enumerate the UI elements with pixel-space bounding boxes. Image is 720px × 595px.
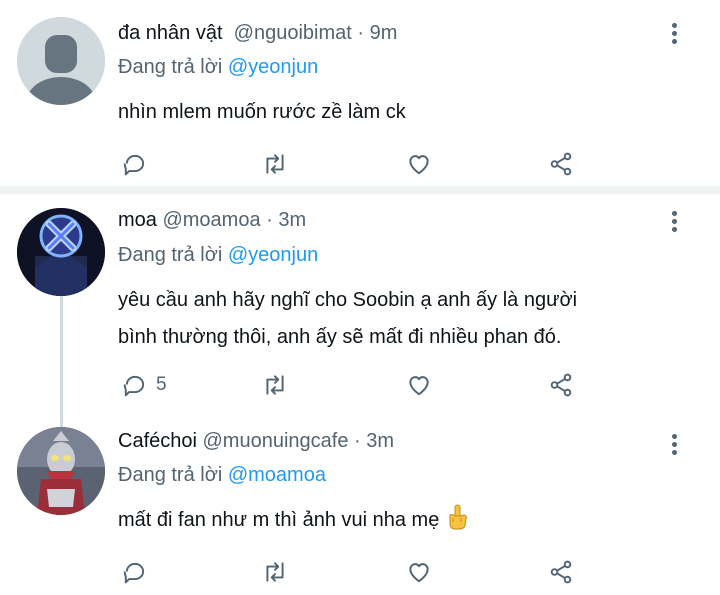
user-handle[interactable]: @muonuingcafe (203, 430, 349, 452)
replying-to: Đang trả lời @yeonjun (118, 244, 318, 267)
display-name[interactable]: đa nhân vật (118, 22, 223, 44)
tweet-header: đa nhân vật @nguoibimat · 9m (118, 22, 397, 45)
replying-to-label: Đang trả lời (118, 244, 223, 266)
user-silhouette-icon (17, 17, 105, 105)
tweet-text: nhìn mlem muốn rước zề làm ck (118, 94, 688, 131)
timestamp[interactable]: · 3m (354, 430, 394, 452)
user-handle[interactable]: @moamoa (162, 209, 260, 231)
more-options-button[interactable] (664, 431, 684, 459)
tweet-item[interactable]: đa nhân vật @nguoibimat · 9m Đang trả lờ… (0, 0, 720, 186)
user-handle[interactable]: @nguoibimat (234, 22, 352, 44)
share-button[interactable] (548, 150, 574, 178)
retweet-button[interactable] (262, 558, 288, 586)
retweet-icon (266, 375, 284, 395)
tweet-actions (118, 150, 598, 178)
heart-icon (409, 155, 429, 175)
tweet-text-line: nhìn mlem muốn rước zề làm ck (118, 101, 406, 123)
timestamp[interactable]: · 3m (266, 209, 306, 231)
display-name[interactable]: Caféchoi (118, 430, 197, 452)
mention-link[interactable]: @yeonjun (228, 56, 318, 78)
mention-link[interactable]: @moamoa (228, 464, 326, 486)
reply-count: 5 (156, 374, 167, 395)
avatar[interactable] (17, 208, 105, 296)
timestamp[interactable]: · 9m (357, 22, 397, 44)
tweet-header: Caféchoi @muonuingcafe · 3m (118, 430, 394, 453)
share-icon (550, 373, 572, 397)
tweet-text: yêu cầu anh hãy nghĩ cho Soobin ạ anh ấy… (118, 282, 688, 356)
tweet-text: mất đi fan như m thì ảnh vui nha mẹ (118, 502, 688, 539)
retweet-button[interactable] (262, 150, 288, 178)
share-icon (550, 152, 572, 176)
like-button[interactable] (406, 150, 432, 178)
replying-to: Đang trả lời @moamoa (118, 464, 326, 487)
more-options-button[interactable] (664, 20, 684, 48)
reply-button[interactable] (122, 558, 148, 586)
tweet-actions: 5 (118, 371, 598, 399)
like-button[interactable] (406, 558, 432, 586)
default-avatar[interactable] (17, 17, 105, 105)
tweet-divider (0, 186, 720, 194)
thread-connector (60, 294, 63, 427)
retweet-icon (266, 562, 284, 582)
share-button[interactable] (548, 371, 574, 399)
tweet-text-content: mất đi fan như m thì ảnh vui nha mẹ (118, 509, 440, 531)
avatar-image (17, 427, 105, 515)
avatar-image (17, 208, 105, 296)
replying-to-label: Đang trả lời (118, 56, 223, 78)
like-button[interactable] (406, 371, 432, 399)
tweet-text-line: bình thường thôi, anh ấy sẽ mất đi nhiều… (118, 326, 562, 348)
tweet-header: moa @moamoa · 3m (118, 209, 306, 232)
tweet-text-line: yêu cầu anh hãy nghĩ cho Soobin ạ anh ấy… (118, 289, 578, 311)
more-options-button[interactable] (664, 208, 684, 236)
reply-button[interactable] (122, 150, 148, 178)
tweet-text-line: mất đi fan như m thì ảnh vui nha mẹ (118, 502, 688, 539)
share-icon (550, 560, 572, 584)
replying-to-label: Đang trả lời (118, 464, 223, 486)
retweet-button[interactable] (262, 371, 288, 399)
replying-to: Đang trả lời @yeonjun (118, 56, 318, 79)
display-name[interactable]: moa (118, 209, 157, 231)
avatar[interactable] (17, 427, 105, 515)
reply-icon (123, 562, 145, 584)
reply-icon (123, 375, 145, 397)
reply-icon (123, 154, 145, 176)
reply-button[interactable]: 5 (122, 371, 167, 399)
tweet-actions (118, 558, 598, 586)
heart-icon (409, 563, 429, 583)
middle-finger-emoji (449, 504, 468, 530)
mention-link[interactable]: @yeonjun (228, 244, 318, 266)
tweet-item[interactable]: moa @moamoa · 3m Đang trả lời @yeonjun y… (0, 194, 720, 427)
retweet-icon (266, 154, 284, 174)
tweet-item[interactable]: Caféchoi @muonuingcafe · 3m Đang trả lời… (0, 419, 720, 595)
share-button[interactable] (548, 558, 574, 586)
heart-icon (409, 376, 429, 396)
